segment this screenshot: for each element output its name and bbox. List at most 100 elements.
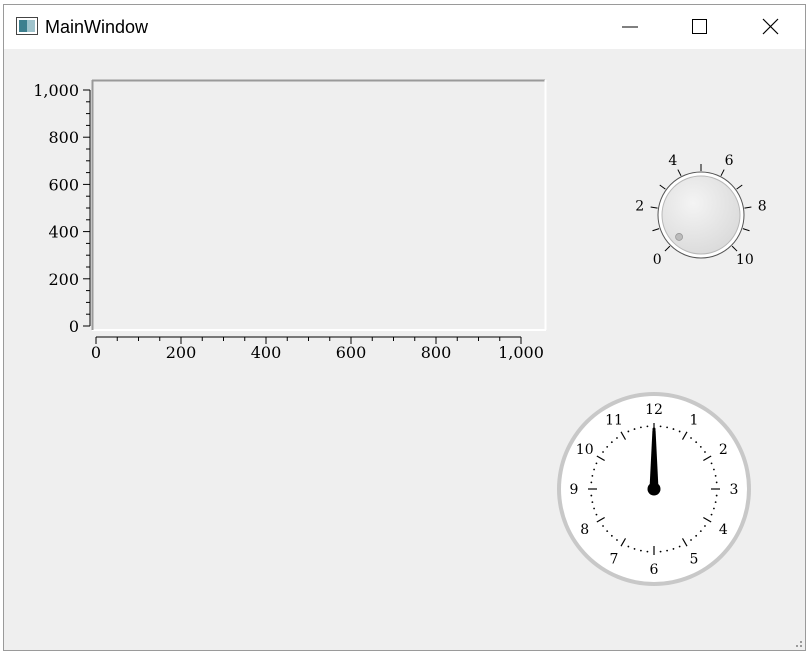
clock-minute-dot xyxy=(710,462,713,465)
clock-minute-dot xyxy=(606,445,609,448)
dial-label: 6 xyxy=(725,153,734,169)
clock-minute-dot xyxy=(690,437,692,439)
clock-minute-dot xyxy=(627,545,630,548)
clock-minute-dot xyxy=(633,548,636,550)
clock-minute-dot xyxy=(593,507,595,510)
dial-tick xyxy=(720,169,725,177)
clock-minute-dot xyxy=(610,534,613,537)
x-tick-label: 0 xyxy=(91,343,101,362)
maximize-icon xyxy=(692,19,707,34)
clock-minute-dot xyxy=(602,451,604,453)
y-tick-label: 800 xyxy=(48,128,79,147)
clock-minute-dot xyxy=(606,530,609,533)
dial-knob-face xyxy=(661,175,741,255)
close-button[interactable] xyxy=(742,5,798,49)
dial-tick xyxy=(742,228,750,232)
plot-widget[interactable]: 0 200 400 600 800 1,000 0 200 400 600 800 1,000 xyxy=(4,49,564,379)
clock-minute-dot xyxy=(593,468,595,471)
main-window: MainWindow 0 200 400 600 800 1,000 0 200 400 600… xyxy=(3,4,806,651)
clock-minute-dot xyxy=(595,513,598,516)
x-axis: 0 200 400 600 800 1,000 xyxy=(91,336,544,362)
minimize-icon xyxy=(622,26,638,28)
clock-number: 2 xyxy=(719,442,728,458)
clock-minute-dot xyxy=(714,501,717,503)
dial-label: 8 xyxy=(758,198,767,214)
y-tick-label: 200 xyxy=(48,270,79,289)
clock-minute-dot xyxy=(590,494,593,497)
dial-tick xyxy=(659,184,666,190)
clock-center-pin xyxy=(647,482,661,496)
clock-minute-dot xyxy=(627,430,630,433)
clock-minute-dot xyxy=(646,425,649,428)
clock-number: 11 xyxy=(605,413,623,429)
dial-label: 4 xyxy=(668,153,677,169)
x-tick-label: 800 xyxy=(421,343,452,362)
dial-indicator-dot xyxy=(675,233,683,241)
clock-minute-dot xyxy=(714,475,717,477)
clock-minute-dot xyxy=(666,549,668,552)
y-tick-label: 0 xyxy=(69,317,79,336)
clock-minute-dot xyxy=(672,428,675,430)
clock-minute-dot xyxy=(695,441,698,444)
y-tick-label: 400 xyxy=(48,223,79,242)
x-tick-label: 400 xyxy=(251,343,282,362)
clock-minute-dot xyxy=(690,539,692,541)
clock-minute-dot xyxy=(659,425,662,428)
dial-label: 2 xyxy=(635,198,644,214)
clock-number: 10 xyxy=(576,442,594,458)
plot-canvas xyxy=(92,80,546,330)
clock-minute-dot xyxy=(640,426,642,429)
clock-number: 6 xyxy=(650,562,659,578)
clock-minute-dot xyxy=(699,445,702,448)
dial-tick xyxy=(731,245,738,252)
clock-number: 3 xyxy=(730,482,739,498)
clock-minute-dot xyxy=(695,534,698,537)
clock-minute-dot xyxy=(704,525,706,527)
clock-minute-dot xyxy=(633,428,636,430)
y-tick-label: 1,000 xyxy=(33,81,79,100)
dial-tick xyxy=(652,228,660,232)
dial-tick xyxy=(664,245,671,252)
dial-tick xyxy=(677,169,682,177)
clock-minute-dot xyxy=(616,437,618,439)
clock-minute-dot xyxy=(672,548,675,550)
clock-minute-dot xyxy=(715,494,718,497)
x-tick-label: 600 xyxy=(336,343,367,362)
clock-minute-dot xyxy=(666,426,668,429)
clock-number: 4 xyxy=(719,522,728,538)
clock-minute-dot xyxy=(616,539,618,541)
window-title: MainWindow xyxy=(45,17,149,37)
clock-minute-dot xyxy=(713,468,715,471)
clock-minute-dot xyxy=(591,475,594,477)
clock-minute-dot xyxy=(646,550,649,553)
clock-minute-dot xyxy=(591,501,594,503)
clock-minute-dot xyxy=(704,451,706,453)
minimize-button[interactable] xyxy=(602,5,658,49)
title-bar[interactable]: MainWindow xyxy=(4,5,805,49)
clock-number: 5 xyxy=(690,551,699,567)
clock-number: 8 xyxy=(580,522,589,538)
clock-minute-dot xyxy=(713,507,715,510)
clock-minute-dot xyxy=(602,525,604,527)
clock-minute-dot xyxy=(590,481,593,484)
analog-clock: 121234567891011 xyxy=(557,392,751,586)
resize-grip-icon[interactable] xyxy=(793,638,803,648)
maximize-button[interactable] xyxy=(671,5,727,49)
dial-tick xyxy=(650,206,658,209)
x-tick-label: 1,000 xyxy=(498,343,544,362)
dial-label: 0 xyxy=(653,252,662,268)
clock-minute-dot xyxy=(715,481,718,484)
clock-minute-dot xyxy=(678,545,681,548)
dial-tick xyxy=(736,184,743,190)
clock-minute-dot xyxy=(710,513,713,516)
y-axis: 0 200 400 600 800 1,000 xyxy=(33,81,91,336)
y-tick-label: 600 xyxy=(48,175,79,194)
dial-tick xyxy=(744,206,752,209)
clock-minute-dot xyxy=(659,550,662,553)
clock-minute-dot xyxy=(640,549,642,552)
close-icon xyxy=(762,18,779,35)
dial-knob[interactable]: 0 2 4 6 8 10 xyxy=(619,145,779,285)
clock-number: 9 xyxy=(570,482,579,498)
clock-number: 7 xyxy=(610,551,619,567)
clock-minute-dot xyxy=(610,441,613,444)
